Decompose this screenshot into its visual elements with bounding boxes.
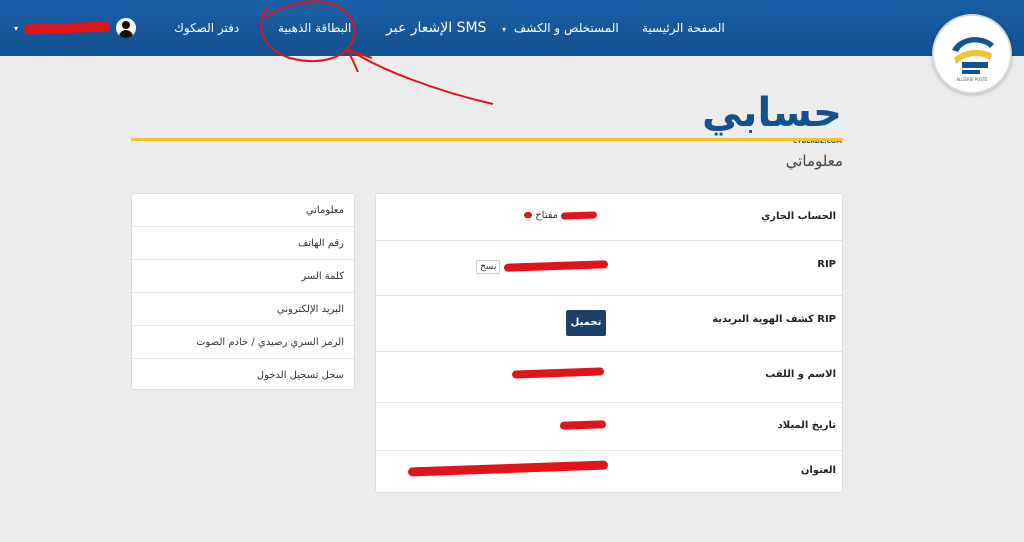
current-account-key-label: مفتاح	[535, 210, 559, 221]
profile-side-menu: معلوماتي رقم الهاتف كلمة السر البريد الإ…	[131, 193, 355, 390]
redacted-name	[511, 367, 605, 379]
logo-text: ALGERIE POSTE	[956, 77, 988, 82]
info-row-name: الاسم و اللقب	[376, 352, 842, 403]
annotation-circle-arrow-icon	[260, 0, 494, 105]
redacted-address	[407, 460, 609, 477]
side-menu-login-log[interactable]: سجل تسجيل الدخول	[132, 359, 354, 392]
account-info-card: الحساب الجاري مفتاح RIP نسخ كشف الهوية ا…	[375, 193, 843, 493]
redacted-account	[523, 211, 533, 219]
nav-home-label: الصفحة الرئيسية	[642, 21, 725, 35]
birthdate-label: تاريخ الميلاد	[777, 420, 836, 431]
copy-rip-button[interactable]: نسخ	[476, 260, 501, 274]
user-menu[interactable]: ▾	[14, 16, 137, 40]
current-account-value: مفتاح	[523, 210, 598, 221]
rip-value: نسخ	[476, 260, 608, 274]
side-menu-pin-voice[interactable]: الرمز السري رصيدي / خادم الصوت	[132, 326, 354, 359]
page-title: حسابي	[701, 90, 842, 136]
user-avatar-icon	[116, 18, 137, 38]
name-label: الاسم و اللقب	[765, 369, 836, 380]
chevron-down-icon: ▾	[14, 23, 19, 33]
rip-label: RIP	[817, 259, 836, 270]
top-navbar: ▾ دفتر الصكوك البطاقة الذهبية الإشعار عب…	[0, 0, 1024, 56]
section-title: معلوماتي	[785, 152, 843, 170]
redacted-key	[561, 210, 598, 220]
redacted-username	[23, 21, 111, 35]
title-divider	[131, 138, 843, 141]
side-menu-phone[interactable]: رقم الهاتف	[132, 227, 354, 260]
info-row-birthdate: تاريخ الميلاد	[376, 403, 842, 451]
nav-home[interactable]: الصفحة الرئيسية	[642, 0, 725, 56]
info-row-current-account: الحساب الجاري مفتاح	[376, 194, 842, 241]
algerie-poste-logo[interactable]: ALGERIE POSTE	[932, 14, 1012, 94]
side-menu-email[interactable]: البريد الإلكتروني	[132, 293, 354, 326]
rip-statement-label: كشف الهوية البريدية RIP	[712, 314, 836, 325]
current-account-label: الحساب الجاري	[761, 211, 836, 222]
nav-statement-dropdown[interactable]: ▾ المستخلص و الكشف	[502, 0, 619, 56]
download-rip-button[interactable]: تحميل	[566, 310, 606, 336]
nav-statement-label: المستخلص و الكشف	[513, 21, 619, 35]
side-menu-my-info[interactable]: معلوماتي	[132, 194, 354, 227]
redacted-birthdate	[559, 420, 607, 430]
info-row-rip-statement: كشف الهوية البريدية RIP تحميل	[376, 296, 842, 352]
poste-emblem-icon	[952, 37, 994, 74]
redacted-rip	[503, 260, 608, 272]
nav-checkbook[interactable]: دفتر الصكوك	[174, 0, 239, 56]
info-row-rip: RIP نسخ	[376, 241, 842, 296]
nav-checkbook-label: دفتر الصكوك	[174, 21, 240, 35]
info-row-address: العنوان	[376, 451, 842, 494]
side-menu-password[interactable]: كلمة السر	[132, 260, 354, 293]
address-label: العنوان	[800, 465, 836, 476]
